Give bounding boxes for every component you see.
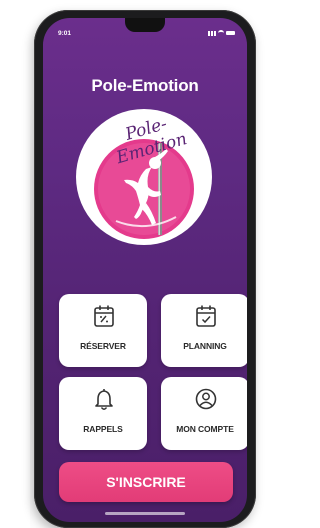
planning-label: PLANNING (183, 341, 227, 351)
status-time: 9:01 (58, 30, 72, 37)
calendar-icon (94, 305, 114, 327)
bell-icon (95, 388, 113, 410)
status-icons (208, 30, 235, 36)
account-label: MON COMPTE (176, 424, 234, 434)
calendar-check-icon (196, 305, 216, 327)
reserve-button[interactable]: RÉSERVER (59, 294, 147, 367)
battery-icon (226, 31, 235, 35)
home-indicator (105, 512, 185, 515)
reminders-label: RAPPELS (83, 424, 123, 434)
signal-icon (208, 30, 216, 36)
notch (125, 18, 165, 32)
signup-button[interactable]: S'INSCRIRE (59, 462, 233, 502)
planning-button[interactable]: PLANNING (161, 294, 247, 367)
wifi-icon (218, 30, 224, 36)
app-screen: 9:01 Pole-Emotion Pole-Emotion RÉSERVER … (43, 18, 247, 522)
user-icon (195, 388, 217, 410)
brand-logo: Pole-Emotion (76, 109, 212, 245)
app-title: Pole-Emotion (91, 76, 199, 95)
reminders-button[interactable]: RAPPELS (59, 377, 147, 450)
reserve-label: RÉSERVER (80, 341, 126, 351)
account-button[interactable]: MON COMPTE (161, 377, 247, 450)
